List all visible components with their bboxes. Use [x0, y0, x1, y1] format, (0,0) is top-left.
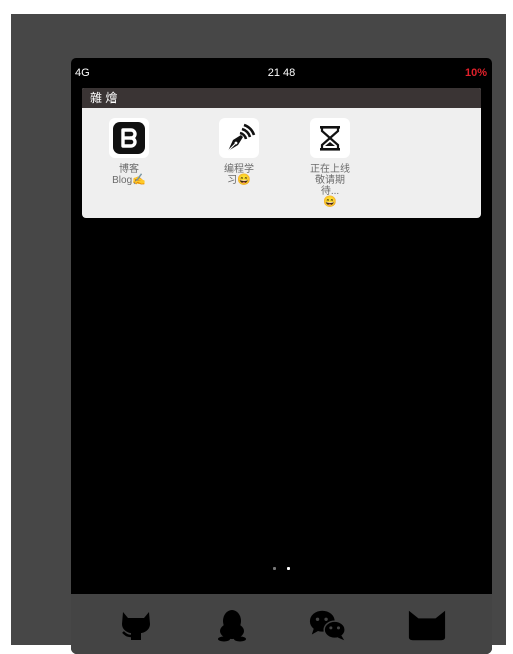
- qq-penguin-icon[interactable]: [212, 608, 252, 642]
- status-bar: 4G 21 48 10%: [71, 58, 492, 86]
- clock: 21 48: [267, 67, 296, 79]
- app-folder: 雜 燴 博客 Blog✍️ 编程学 习😄 正在上线敬请期待... 😄: [82, 88, 481, 218]
- page-indicator: [71, 557, 492, 570]
- folder-title: 雜 燴: [82, 88, 481, 108]
- page-dot[interactable]: [273, 567, 277, 570]
- app-label-line2: 习: [227, 175, 238, 186]
- cat-ears-icon[interactable]: [407, 608, 447, 642]
- app-label-line2: Blog: [112, 175, 133, 186]
- wechat-icon[interactable]: [308, 608, 348, 642]
- blogger-icon: [109, 118, 149, 158]
- battery-level: 10%: [464, 67, 487, 79]
- hourglass-icon: [310, 118, 350, 158]
- dock: [71, 594, 492, 654]
- app-programming-study[interactable]: 编程学 习😄: [208, 118, 270, 186]
- app-blog[interactable]: 博客 Blog✍️: [98, 118, 160, 186]
- github-icon[interactable]: [116, 608, 156, 642]
- page-dot-active[interactable]: [286, 567, 290, 570]
- fountain-pen-icon: [219, 118, 259, 158]
- smile-emoji-icon: 😄: [323, 196, 337, 208]
- app-coming-soon[interactable]: 正在上线敬请期待... 😄: [306, 118, 354, 208]
- app-label: 正在上线敬请期待...: [310, 164, 350, 197]
- writing-hand-icon: ✍️: [132, 174, 146, 186]
- device-frame: 4G 21 48 10% 雜 燴 博客 Blog✍️ 编程学 习😄 正在上线敬请…: [11, 14, 506, 654]
- phone-screen: 4G 21 48 10% 雜 燴 博客 Blog✍️ 编程学 习😄 正在上线敬请…: [71, 58, 492, 654]
- smile-emoji-icon: 😄: [237, 174, 251, 186]
